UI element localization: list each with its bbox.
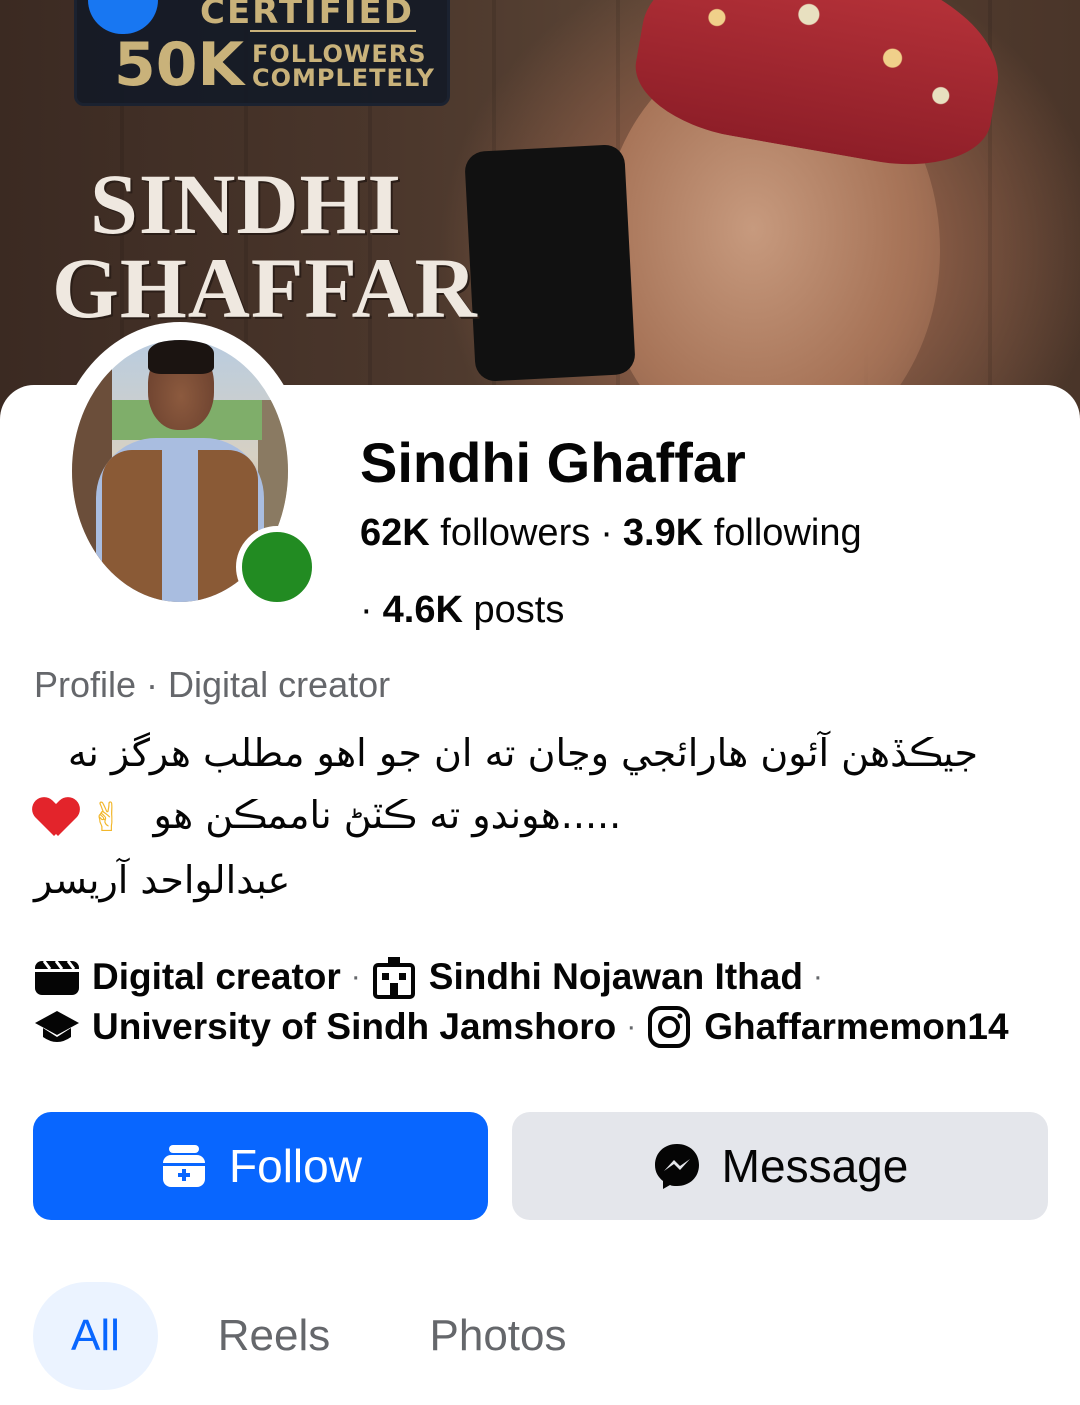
- detail-digital-creator[interactable]: Digital creator: [34, 952, 341, 1002]
- profile-bio: جيڪڏهن آئون هارائجي وڃان ته ان جو اهو مط…: [34, 722, 994, 911]
- profile-category: Profile · Digital creator: [34, 664, 391, 705]
- profile-name: Sindhi Ghaffar: [360, 431, 746, 494]
- avatar-hair: [148, 340, 214, 374]
- tab-all[interactable]: All: [33, 1282, 158, 1390]
- profile-stats: 62K followers · 3.9K following: [360, 512, 862, 555]
- following-label[interactable]: following: [714, 512, 862, 554]
- following-count[interactable]: 3.9K: [623, 512, 703, 554]
- detail-label: Ghaffarmemon14: [704, 1006, 1009, 1047]
- message-button-label: Message: [721, 1140, 909, 1192]
- cover-phone: [464, 143, 636, 383]
- profile-details: Digital creator · Sindhi Nojawan Ithad ·…: [34, 952, 1054, 1052]
- graduation-cap-icon: [34, 1004, 80, 1050]
- badge-number: 50K: [114, 30, 244, 100]
- details-row-1: Digital creator · Sindhi Nojawan Ithad ·: [34, 952, 1054, 1002]
- video-clapper-icon: [34, 954, 80, 1000]
- building-icon: [371, 954, 417, 1000]
- followers-count[interactable]: 62K: [360, 512, 430, 554]
- bio-line-3: عبدالواحد آريسر: [34, 857, 291, 902]
- details-separator: ·: [626, 1010, 637, 1043]
- detail-label: Sindhi Nojawan Ithad: [428, 956, 803, 997]
- profile-posts-stat: · 4.6K posts: [360, 589, 564, 632]
- stats-separator: ·: [600, 512, 613, 554]
- follow-button[interactable]: Follow: [33, 1112, 488, 1220]
- messenger-icon: [652, 1141, 702, 1191]
- detail-instagram[interactable]: Ghaffarmemon14: [646, 1002, 1009, 1052]
- stats-separator: ·: [360, 589, 373, 631]
- posts-label: posts: [473, 589, 565, 631]
- online-status-indicator: [236, 526, 318, 608]
- bio-line-2-text: هوندو ته ڪٽڻ ناممڪن هو.....: [153, 793, 622, 837]
- add-friend-icon: [159, 1141, 209, 1191]
- badge-completely-text: COMPLETELY: [252, 64, 435, 92]
- victory-hand-icon: ✌: [90, 794, 124, 841]
- posts-count: 4.6K: [382, 589, 463, 631]
- detail-label: University of Sindh Jamshoro: [92, 1006, 617, 1047]
- badge-certified-text: CERTIFIED: [200, 0, 414, 32]
- cover-title-line2: GHAFFAR: [52, 240, 478, 336]
- details-row-2: University of Sindh Jamshoro · Ghaffarme…: [34, 1002, 1054, 1052]
- red-heart-icon: [34, 798, 78, 838]
- follow-button-label: Follow: [229, 1140, 362, 1192]
- bio-line-2: ✌ هوندو ته ڪٽڻ ناممڪن هو.....: [34, 784, 994, 849]
- tab-photos[interactable]: Photos: [408, 1282, 588, 1390]
- detail-education[interactable]: University of Sindh Jamshoro: [34, 1002, 616, 1052]
- followers-label[interactable]: followers: [440, 512, 590, 554]
- detail-organization[interactable]: Sindhi Nojawan Ithad: [371, 952, 803, 1002]
- detail-label: Digital creator: [92, 956, 341, 997]
- details-separator: ·: [812, 960, 823, 993]
- bio-line-1: جيڪڏهن آئون هارائجي وڃان ته ان جو اهو مط…: [67, 731, 978, 775]
- avatar-vest-left: [102, 450, 162, 602]
- details-separator: ·: [350, 960, 361, 993]
- badge-divider: [250, 30, 416, 32]
- instagram-icon: [646, 1004, 692, 1050]
- tab-reels[interactable]: Reels: [196, 1282, 352, 1390]
- message-button[interactable]: Message: [512, 1112, 1048, 1220]
